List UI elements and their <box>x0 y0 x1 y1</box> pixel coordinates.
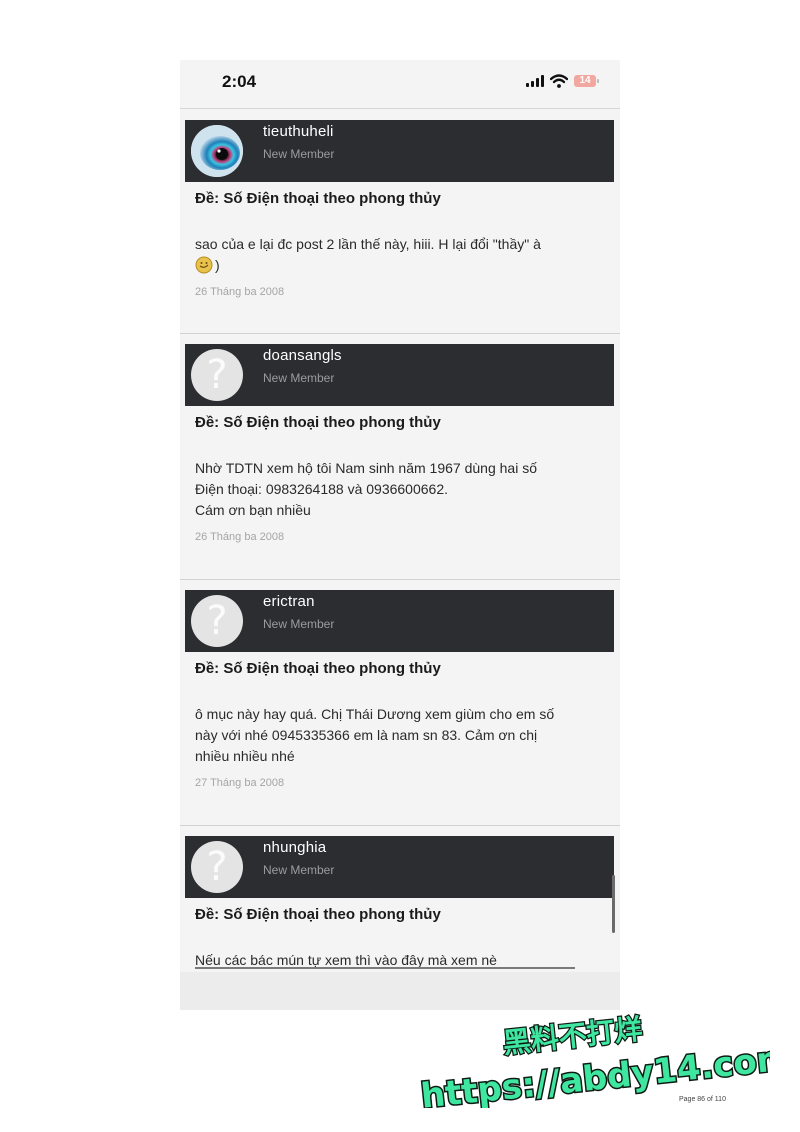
forum-post: tieuthuheli New Member Đề: Số Điện thoại… <box>180 109 620 355</box>
post-body: sao của e lại đc post 2 lần thế này, hii… <box>195 234 600 276</box>
post-username[interactable]: nhunghia <box>263 839 326 856</box>
post-body-line: sao của e lại đc post 2 lần thế này, hii… <box>195 236 541 252</box>
post-body-line: nhiều nhiều nhé <box>195 748 295 764</box>
status-bar: 2:04 14 <box>180 60 620 108</box>
default-avatar-icon: ? <box>206 352 228 398</box>
post-date: 26 Tháng ba 2008 <box>195 531 285 543</box>
page-number: Page 86 of 110 <box>679 1096 726 1103</box>
post-user-role: New Member <box>263 863 335 877</box>
phone-screenshot: 2:04 14 tieuthuheli New Member Đề: Số Đi… <box>180 60 620 1010</box>
post-subject: Đề: Số Điện thoại theo phong thủy <box>195 906 441 923</box>
post-body-line: Điện thoại: 0983264188 và 0936600662. <box>195 481 448 497</box>
post-author-bar: ? erictran New Member <box>185 590 614 652</box>
avatar[interactable] <box>191 125 243 177</box>
watermark-overlay: 黑料不打烊 https://abdy14.com <box>418 1011 770 1108</box>
bottom-bar <box>180 972 620 1010</box>
post-body-line-with-emoji: ) <box>195 255 600 276</box>
watermark-line1: 黑料不打烊 <box>501 1012 644 1059</box>
post-username[interactable]: doansangls <box>263 347 342 364</box>
forum-post: ? erictran New Member Đề: Số Điện thoại … <box>180 579 620 825</box>
status-icons: 14 <box>526 74 599 88</box>
partial-text-line <box>195 967 575 969</box>
cellular-signal-icon <box>526 75 544 87</box>
post-author-bar: tieuthuheli New Member <box>185 120 614 182</box>
post-divider <box>180 825 620 826</box>
post-subject: Đề: Số Điện thoại theo phong thủy <box>195 660 441 677</box>
post-body-line: Cám ơn bạn nhiều <box>195 502 311 518</box>
default-avatar-icon: ? <box>206 598 228 644</box>
post-user-role: New Member <box>263 617 335 631</box>
post-divider <box>180 579 620 580</box>
post-username[interactable]: tieuthuheli <box>263 123 334 140</box>
avatar-eye-image <box>191 125 243 177</box>
smiley-emoji-icon <box>195 256 213 274</box>
wifi-icon <box>550 74 568 88</box>
post-author-bar: ? nhunghia New Member <box>185 836 614 898</box>
post-body-line: này với nhé 0945335366 em là nam sn 83. … <box>195 727 538 743</box>
post-date: 27 Tháng ba 2008 <box>195 777 285 789</box>
forum-post: ? nhunghia New Member Đề: Số Điện thoại … <box>180 825 620 972</box>
battery-level: 14 <box>579 75 591 86</box>
post-username[interactable]: erictran <box>263 593 315 610</box>
post-body-line: ô mục này hay quá. Chị Thái Dương xem gi… <box>195 706 555 722</box>
avatar[interactable]: ? <box>191 841 243 893</box>
post-body-line: Nhờ TDTN xem hộ tôi Nam sinh năm 1967 dù… <box>195 460 537 476</box>
post-date: 26 Tháng ba 2008 <box>195 286 285 298</box>
post-subject: Đề: Số Điện thoại theo phong thủy <box>195 414 441 431</box>
post-body: Nhờ TDTN xem hộ tôi Nam sinh năm 1967 dù… <box>195 458 600 521</box>
post-user-role: New Member <box>263 147 335 161</box>
post-author-bar: ? doansangls New Member <box>185 344 614 406</box>
post-divider <box>180 333 620 334</box>
battery-icon: 14 <box>574 75 599 87</box>
scrollbar-thumb[interactable] <box>612 875 615 933</box>
post-body: ô mục này hay quá. Chị Thái Dương xem gi… <box>195 704 600 767</box>
avatar[interactable]: ? <box>191 595 243 647</box>
post-body-line-tail: ) <box>215 257 220 273</box>
default-avatar-icon: ? <box>206 844 228 890</box>
post-user-role: New Member <box>263 371 335 385</box>
post-subject: Đề: Số Điện thoại theo phong thủy <box>195 190 441 207</box>
status-time: 2:04 <box>222 72 257 91</box>
avatar[interactable]: ? <box>191 349 243 401</box>
thread-feed[interactable]: tieuthuheli New Member Đề: Số Điện thoại… <box>180 109 620 972</box>
forum-post: ? doansangls New Member Đề: Số Điện thoạ… <box>180 333 620 579</box>
